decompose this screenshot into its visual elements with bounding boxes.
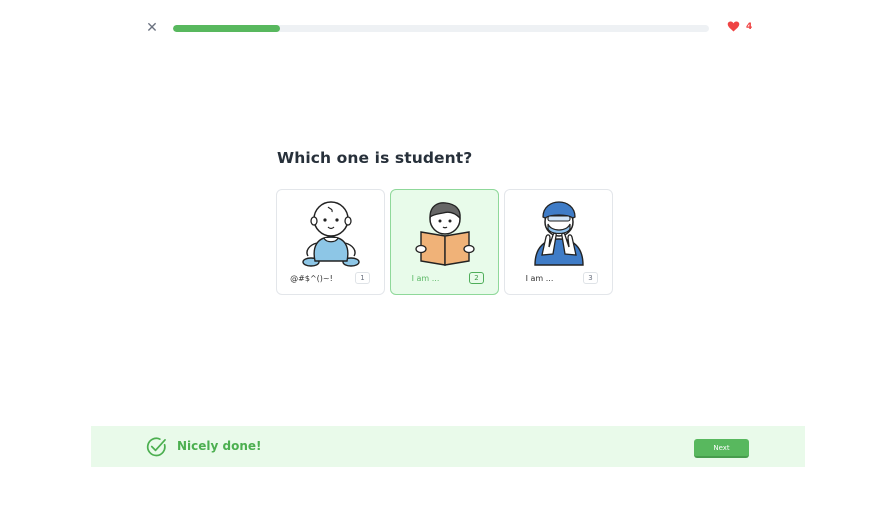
baby-icon <box>302 201 360 267</box>
option-key-badge: 1 <box>355 272 370 284</box>
option-label: @#$^()~! <box>290 274 333 283</box>
option-card-1[interactable]: @#$^()~! 1 <box>276 189 385 295</box>
top-bar: ✕ 4 <box>0 18 896 38</box>
feedback-banner: Nicely done! Next <box>91 426 805 467</box>
option-card-3[interactable]: I am ... 3 <box>504 189 613 295</box>
student-reading-icon <box>415 202 475 266</box>
heart-icon <box>727 21 740 32</box>
hearts-counter: 4 <box>727 21 752 32</box>
check-circle-icon <box>146 437 166 457</box>
progress-bar <box>173 25 709 32</box>
progress-fill <box>173 25 281 32</box>
answer-options: @#$^()~! 1 I am ... 2 I am ... 3 <box>276 189 613 295</box>
next-button[interactable]: Next <box>694 439 749 458</box>
option-key-badge: 3 <box>583 272 598 284</box>
option-card-2[interactable]: I am ... 2 <box>390 189 499 295</box>
option-label: I am ... <box>525 274 554 283</box>
option-key-badge: 2 <box>469 272 484 284</box>
doctor-icon <box>534 201 584 266</box>
feedback-message: Nicely done! <box>177 439 262 453</box>
close-icon[interactable]: ✕ <box>143 19 161 37</box>
option-label: I am ... <box>411 274 440 283</box>
hearts-count: 4 <box>746 21 753 32</box>
question-title: Which one is student? <box>277 149 473 167</box>
